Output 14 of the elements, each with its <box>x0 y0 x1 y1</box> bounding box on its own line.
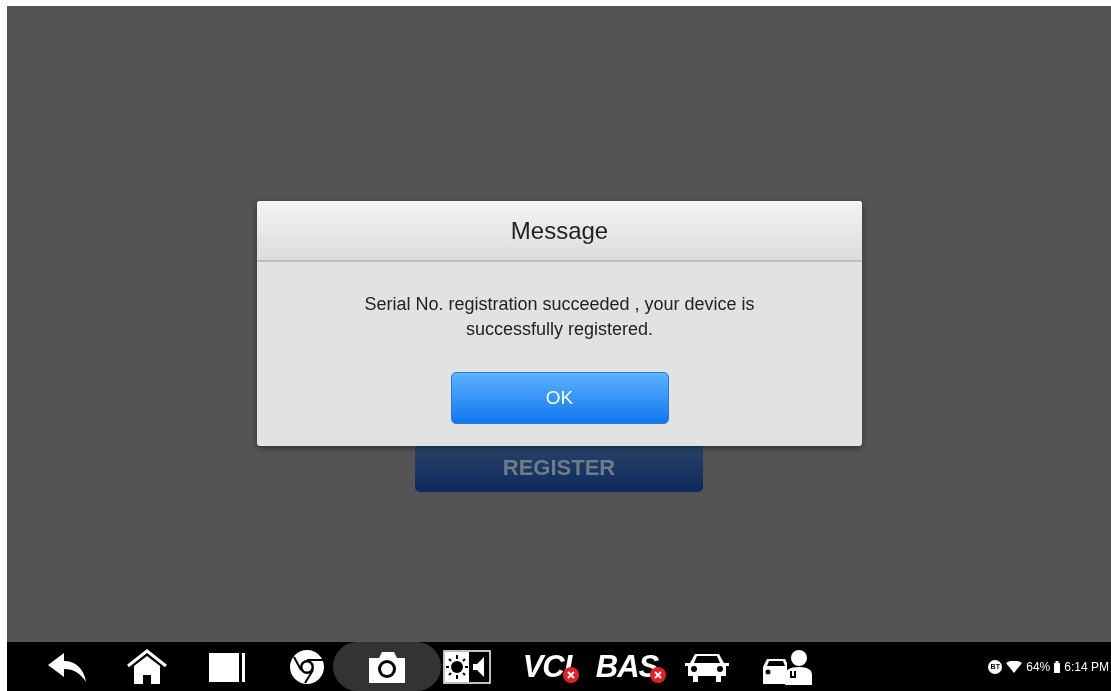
back-icon <box>46 650 88 683</box>
recent-apps-icon <box>207 650 247 683</box>
browser-icon <box>289 648 325 685</box>
dialog-title: Message <box>510 216 609 245</box>
taskbar-item-highlight[interactable] <box>333 642 441 691</box>
car-technician-icon <box>761 648 813 685</box>
dialog-message: Serial No. registration succeeded , your device is successfully registered. <box>363 293 756 341</box>
battery-icon <box>1054 660 1061 673</box>
clock-time: 6:14 PM <box>1064 659 1109 674</box>
wifi-icon <box>1006 660 1023 673</box>
battery-percent: 64% <box>1026 659 1051 674</box>
home-icon <box>126 648 168 685</box>
camera-icon <box>367 649 407 684</box>
brightness-volume-icon <box>443 649 491 684</box>
